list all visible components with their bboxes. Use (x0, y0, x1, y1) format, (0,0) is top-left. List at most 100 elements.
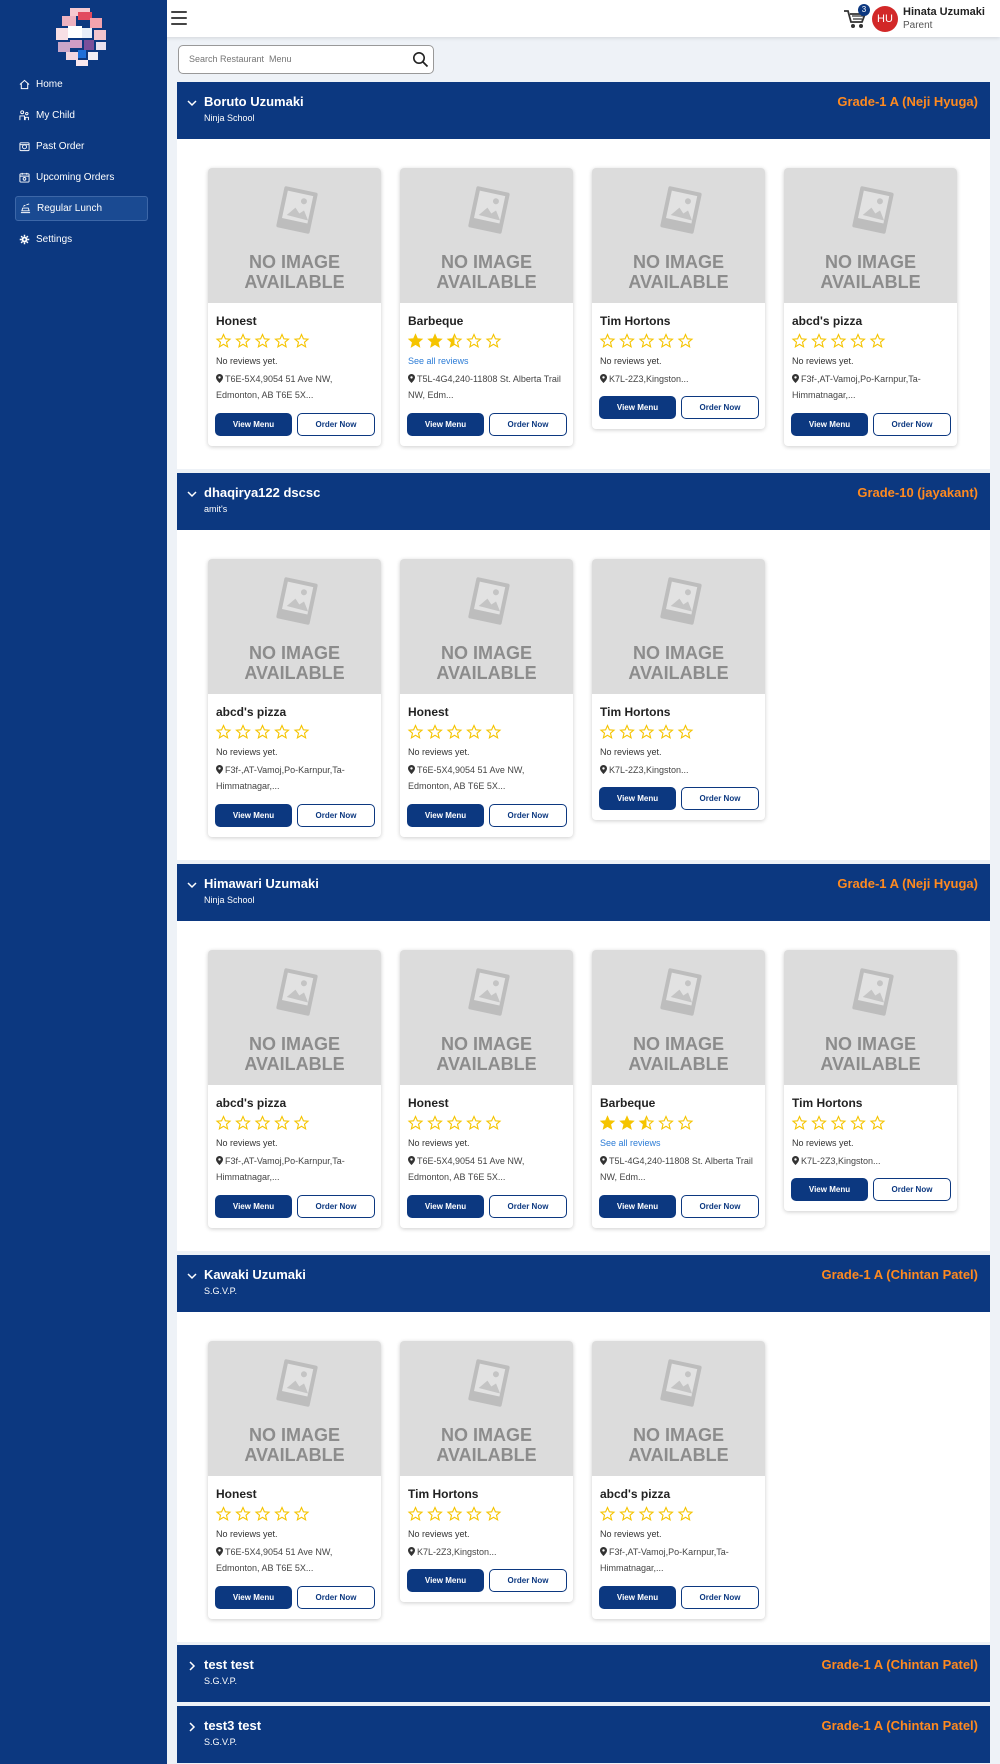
no-image-placeholder: NO IMAGE AVAILABLE (400, 168, 573, 303)
chevron-down-icon[interactable] (187, 880, 197, 890)
star-empty-icon (446, 1115, 463, 1130)
group-header[interactable]: test test S.G.V.P. Grade-1 A (Chintan Pa… (177, 1645, 990, 1702)
sidebar-item-regular-lunch[interactable]: Regular Lunch (15, 196, 148, 221)
restaurant-name: abcd's pizza (600, 1487, 671, 1501)
order-now-button[interactable]: Order Now (297, 1586, 375, 1609)
restaurant-list: NO IMAGE AVAILABLE abcd's pizza No revie… (177, 530, 990, 860)
star-empty-icon (293, 333, 310, 348)
star-empty-icon (850, 1115, 866, 1130)
no-image-text: NO IMAGE AVAILABLE (628, 643, 729, 683)
image-placeholder-icon (276, 186, 318, 234)
view-menu-button[interactable]: View Menu (599, 1195, 676, 1218)
order-now-button[interactable]: Order Now (297, 804, 375, 827)
view-menu-button[interactable]: View Menu (407, 804, 484, 827)
search-input[interactable] (189, 54, 399, 64)
star-rating (599, 724, 694, 739)
star-empty-icon (658, 724, 674, 739)
restaurant-card: NO IMAGE AVAILABLE abcd's pizza No revie… (592, 1341, 765, 1619)
reviews-status: No reviews yet. (216, 1138, 278, 1148)
sidebar-item-past-order[interactable]: Past Order (15, 134, 148, 159)
restaurant-card: NO IMAGE AVAILABLE Barbeque See all revi… (400, 168, 573, 446)
view-menu-button[interactable]: View Menu (215, 413, 292, 436)
view-menu-button[interactable]: View Menu (791, 413, 868, 436)
order-now-button[interactable]: Order Now (489, 804, 567, 827)
order-now-button[interactable]: Order Now (681, 1586, 759, 1609)
image-placeholder-icon (660, 186, 702, 234)
view-menu-button[interactable]: View Menu (407, 413, 484, 436)
group-header[interactable]: Boruto Uzumaki Ninja School Grade-1 A (N… (177, 82, 990, 139)
order-now-button[interactable]: Order Now (681, 396, 759, 419)
restaurant-address: T6E-5X4,9054 51 Ave NW, Edmonton, AB T6E… (408, 1153, 568, 1185)
avatar[interactable]: HU (872, 6, 898, 32)
order-now-button[interactable]: Order Now (681, 787, 759, 810)
chevron-right-icon[interactable] (187, 1661, 197, 1671)
star-empty-icon (677, 1115, 694, 1130)
group-header[interactable]: Kawaki Uzumaki S.G.V.P. Grade-1 A (Chint… (177, 1255, 990, 1312)
search-icon[interactable] (412, 51, 429, 68)
address-text: T6E-5X4,9054 51 Ave NW, Edmonton, AB T6E… (408, 765, 525, 791)
view-menu-button[interactable]: View Menu (791, 1178, 868, 1201)
no-image-text: NO IMAGE AVAILABLE (244, 1034, 345, 1074)
view-menu-button[interactable]: View Menu (599, 787, 676, 810)
view-menu-button[interactable]: View Menu (407, 1569, 484, 1592)
no-image-placeholder: NO IMAGE AVAILABLE (400, 950, 573, 1085)
view-menu-button[interactable]: View Menu (215, 1586, 292, 1609)
chevron-right-icon[interactable] (187, 1722, 197, 1732)
no-image-text: NO IMAGE AVAILABLE (628, 252, 729, 292)
view-menu-button[interactable]: View Menu (599, 396, 676, 419)
location-pin-icon (216, 765, 223, 774)
image-placeholder-icon (468, 1359, 510, 1407)
reviews-status: No reviews yet. (792, 1138, 854, 1148)
school-name: Ninja School (204, 895, 255, 905)
sidebar-item-my-child[interactable]: My Child (15, 103, 148, 128)
order-now-button[interactable]: Order Now (489, 413, 567, 436)
address-text: K7L-2Z3,Kingston... (609, 374, 689, 384)
chevron-down-icon[interactable] (187, 1271, 197, 1281)
order-now-button[interactable]: Order Now (873, 413, 951, 436)
view-menu-button[interactable]: View Menu (407, 1195, 484, 1218)
chevron-down-icon[interactable] (187, 98, 197, 108)
restaurant-card: NO IMAGE AVAILABLE Barbeque See all revi… (592, 950, 765, 1228)
chevron-down-icon[interactable] (187, 489, 197, 499)
location-pin-icon (792, 374, 799, 383)
group-header[interactable]: Himawari Uzumaki Ninja School Grade-1 A … (177, 864, 990, 921)
see-all-reviews-link[interactable]: See all reviews (408, 356, 469, 366)
star-empty-icon (791, 333, 808, 348)
address-text: T6E-5X4,9054 51 Ave NW, Edmonton, AB T6E… (408, 1156, 525, 1182)
sidebar-item-home[interactable]: Home (15, 72, 148, 97)
star-empty-icon (485, 1115, 502, 1130)
restaurant-card: NO IMAGE AVAILABLE Honest No reviews yet… (400, 559, 573, 837)
view-menu-button[interactable]: View Menu (599, 1586, 676, 1609)
no-image-text: NO IMAGE AVAILABLE (244, 1425, 345, 1465)
group-header[interactable]: dhaqirya122 dscsc amit's Grade-10 (jayak… (177, 473, 990, 530)
student-group: test test S.G.V.P. Grade-1 A (Chintan Pa… (177, 1645, 990, 1702)
restaurant-address: F3f-,AT-Vamoj,Po-Karnpur,Ta-Himmatnagar,… (600, 1544, 760, 1576)
order-now-button[interactable]: Order Now (297, 1195, 375, 1218)
star-empty-icon (407, 724, 424, 739)
school-logo[interactable] (48, 6, 120, 68)
star-empty-icon (427, 724, 443, 739)
order-now-button[interactable]: Order Now (489, 1195, 567, 1218)
no-image-placeholder: NO IMAGE AVAILABLE (208, 1341, 381, 1476)
order-now-button[interactable]: Order Now (681, 1195, 759, 1218)
sidebar-item-label: Past Order (36, 141, 85, 152)
view-menu-button[interactable]: View Menu (215, 804, 292, 827)
no-image-placeholder: NO IMAGE AVAILABLE (208, 950, 381, 1085)
no-image-placeholder: NO IMAGE AVAILABLE (784, 950, 957, 1085)
star-empty-icon (427, 1115, 443, 1130)
group-header[interactable]: test3 test S.G.V.P. Grade-1 A (Chintan P… (177, 1706, 990, 1763)
view-menu-button[interactable]: View Menu (215, 1195, 292, 1218)
order-now-button[interactable]: Order Now (873, 1178, 951, 1201)
sidebar-item-upcoming-orders[interactable]: Upcoming Orders (15, 165, 148, 190)
star-empty-icon (254, 724, 271, 739)
sidebar-item-settings[interactable]: Settings (15, 227, 148, 252)
order-now-button[interactable]: Order Now (297, 413, 375, 436)
restaurant-list: NO IMAGE AVAILABLE Honest No reviews yet… (177, 139, 990, 469)
order-now-button[interactable]: Order Now (489, 1569, 567, 1592)
hamburger-menu-icon[interactable] (171, 11, 187, 25)
see-all-reviews-link[interactable]: See all reviews (600, 1138, 661, 1148)
restaurant-address: K7L-2Z3,Kingston... (600, 762, 760, 778)
location-pin-icon (216, 1547, 223, 1556)
restaurant-name: Barbeque (600, 1096, 656, 1110)
star-empty-icon (599, 333, 616, 348)
